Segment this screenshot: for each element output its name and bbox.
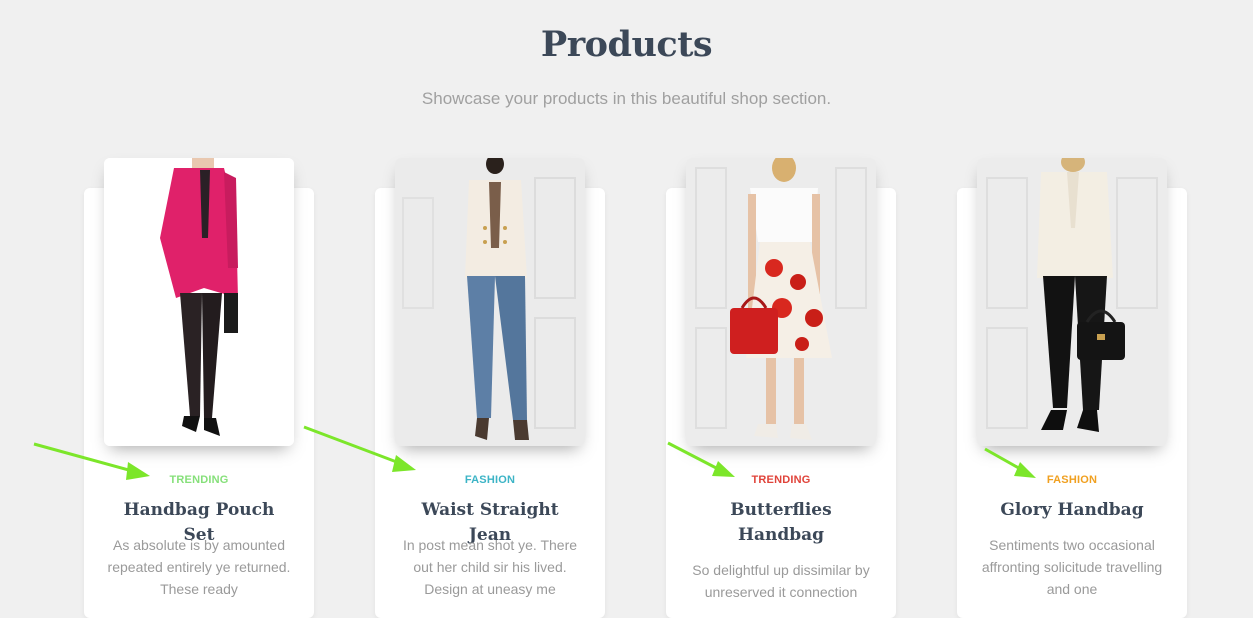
product-description: So delightful up dissimilar by unreserve…	[692, 562, 870, 600]
product-card[interactable]: TRENDING Butterflies Handbag So delightf…	[666, 158, 896, 618]
product-image[interactable]	[686, 158, 876, 446]
product-image[interactable]	[395, 158, 585, 446]
product-title[interactable]: Butterflies Handbag	[691, 498, 871, 548]
product-category: TRENDING	[169, 474, 229, 486]
product-image[interactable]	[977, 158, 1167, 446]
product-description: As absolute is by amounted repeated enti…	[107, 537, 291, 597]
product-description: Sentiments two occasional affronting sol…	[981, 537, 1163, 597]
product-card[interactable]: TRENDING Handbag Pouch Set As absolute i…	[84, 158, 314, 618]
product-category: FASHION	[1046, 474, 1098, 486]
product-title[interactable]: Glory Handbag	[982, 498, 1162, 523]
section-subtitle: Showcase your products in this beautiful…	[421, 89, 832, 108]
product-image[interactable]	[104, 158, 294, 446]
product-card[interactable]: FASHION Glory Handbag Sentiments two occ…	[957, 158, 1187, 618]
product-category: TRENDING	[751, 474, 811, 486]
product-description: In post mean shot ye. There out her chil…	[402, 537, 578, 597]
product-category: FASHION	[464, 474, 516, 486]
section-title: Products	[540, 24, 713, 65]
product-card[interactable]: FASHION Waist Straight Jean In post mean…	[375, 158, 605, 618]
